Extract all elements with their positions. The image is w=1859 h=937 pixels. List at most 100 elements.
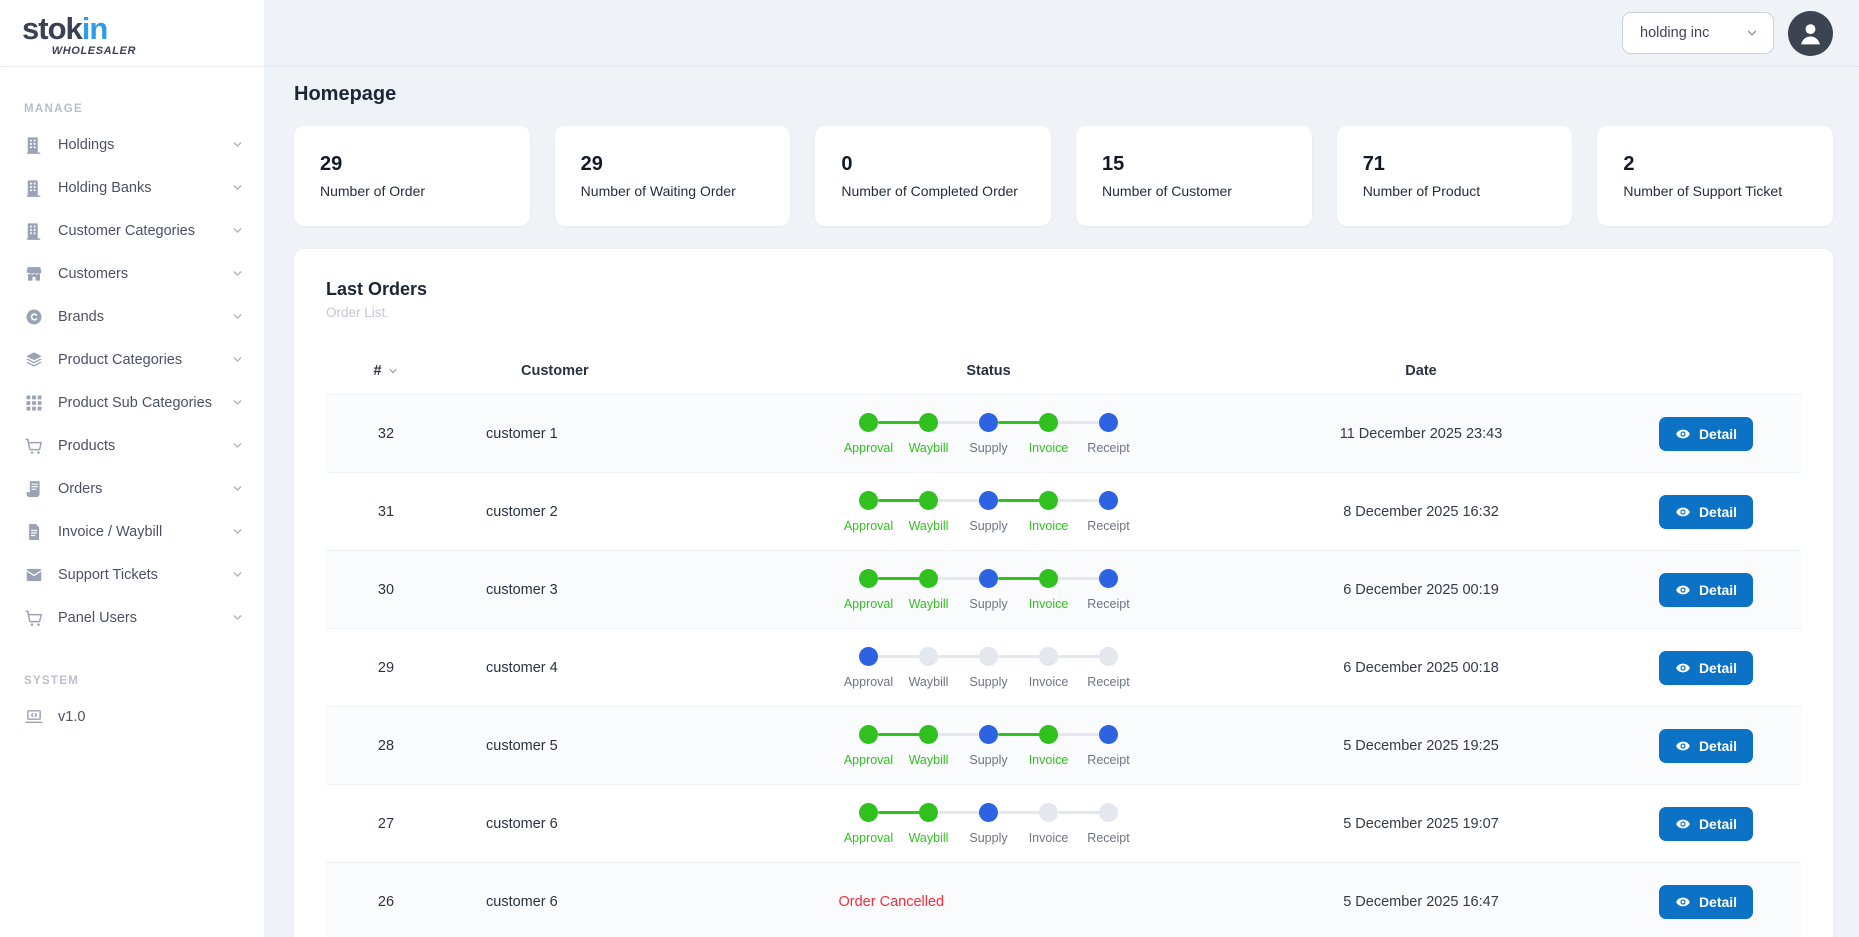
step-label: Receipt <box>1087 441 1129 455</box>
sidebar-item-label: Product Categories <box>58 352 182 368</box>
step-label: Waybill <box>909 519 949 533</box>
status-step-receipt: Receipt <box>1079 569 1139 611</box>
status-step-invoice: Invoice <box>1019 725 1079 767</box>
status-step-approval: Approval <box>839 725 899 767</box>
step-label: Approval <box>844 441 893 455</box>
sidebar-item-product-sub-categories[interactable]: Product Sub Categories <box>24 381 244 424</box>
step-dot <box>979 491 998 510</box>
date-cell: 6 December 2025 00:18 <box>1231 660 1611 676</box>
status-stepper: ApprovalWaybillSupplyInvoiceReceipt <box>839 725 1139 767</box>
action-cell: Detail <box>1611 885 1801 919</box>
stat-card: 15Number of Customer <box>1076 126 1312 226</box>
sidebar-item-panel-users[interactable]: Panel Users <box>24 596 244 639</box>
sidebar-item-orders[interactable]: Orders <box>24 467 244 510</box>
orders-panel-subtitle: Order List. <box>326 305 1801 320</box>
detail-button-label: Detail <box>1699 582 1737 598</box>
detail-button[interactable]: Detail <box>1659 729 1753 763</box>
chevron-down-icon <box>231 439 244 452</box>
detail-button[interactable]: Detail <box>1659 495 1753 529</box>
column-header-date: Date <box>1231 363 1611 379</box>
step-dot <box>1039 413 1058 432</box>
status-cell: ApprovalWaybillSupplyInvoiceReceipt <box>746 647 1231 689</box>
chevron-down-icon <box>1745 26 1759 40</box>
orders-table-header: #CustomerStatusDate <box>326 348 1801 394</box>
copyright-icon <box>24 307 44 327</box>
customer-cell: customer 6 <box>446 816 746 832</box>
step-dot <box>1099 647 1118 666</box>
status-step-waybill: Waybill <box>899 803 959 845</box>
status-step-invoice: Invoice <box>1019 413 1079 455</box>
brand-tagline: WHOLESALER <box>22 45 136 57</box>
step-label: Waybill <box>909 597 949 611</box>
sidebar-item-label: v1.0 <box>58 709 85 725</box>
sidebar-section-label: SYSTEM <box>24 675 244 687</box>
customer-cell: customer 6 <box>446 894 746 910</box>
status-step-receipt: Receipt <box>1079 491 1139 533</box>
chevron-down-icon <box>231 267 244 280</box>
step-dot <box>1099 569 1118 588</box>
chevron-down-icon[interactable] <box>387 365 399 377</box>
detail-button[interactable]: Detail <box>1659 807 1753 841</box>
eye-icon <box>1675 582 1691 598</box>
column-header-id: # <box>326 363 446 379</box>
sidebar-item-brands[interactable]: Brands <box>24 295 244 338</box>
topbar: holding inc <box>264 0 1859 67</box>
chevron-down-icon <box>231 396 244 409</box>
status-step-receipt: Receipt <box>1079 647 1139 689</box>
laptop-icon <box>24 707 44 727</box>
company-selector[interactable]: holding inc <box>1622 12 1774 54</box>
detail-button-label: Detail <box>1699 426 1737 442</box>
step-label: Supply <box>969 831 1007 845</box>
stat-value: 29 <box>581 153 765 176</box>
step-label: Waybill <box>909 753 949 767</box>
status-cell: ApprovalWaybillSupplyInvoiceReceipt <box>746 491 1231 533</box>
step-label: Waybill <box>909 675 949 689</box>
stat-card: 29Number of Order <box>294 126 530 226</box>
step-dot <box>919 491 938 510</box>
building-icon <box>24 221 44 241</box>
detail-button[interactable]: Detail <box>1659 885 1753 919</box>
sidebar-item-v1-0[interactable]: v1.0 <box>24 695 244 738</box>
detail-button[interactable]: Detail <box>1659 417 1753 451</box>
status-stepper: ApprovalWaybillSupplyInvoiceReceipt <box>839 491 1139 533</box>
sidebar-item-products[interactable]: Products <box>24 424 244 467</box>
detail-button[interactable]: Detail <box>1659 573 1753 607</box>
sidebar-item-holding-banks[interactable]: Holding Banks <box>24 166 244 209</box>
sidebar-item-support-tickets[interactable]: Support Tickets <box>24 553 244 596</box>
step-label: Receipt <box>1087 675 1129 689</box>
sidebar-item-product-categories[interactable]: Product Categories <box>24 338 244 381</box>
stat-label: Number of Support Ticket <box>1623 183 1807 199</box>
step-dot <box>919 569 938 588</box>
order-cancelled-status: Order Cancelled <box>839 894 1139 910</box>
sidebar-item-customers[interactable]: Customers <box>24 252 244 295</box>
action-cell: Detail <box>1611 417 1801 451</box>
avatar[interactable] <box>1788 11 1833 56</box>
step-label: Invoice <box>1029 519 1069 533</box>
status-step-supply: Supply <box>959 569 1019 611</box>
dashboard-page: { "brand": { "name_primary": "stok", "na… <box>0 0 1859 937</box>
step-dot <box>859 725 878 744</box>
step-label: Invoice <box>1029 831 1069 845</box>
inbox-icon <box>24 565 44 585</box>
status-cell: Order Cancelled <box>746 894 1231 910</box>
chevron-down-icon <box>231 224 244 237</box>
step-dot <box>919 803 938 822</box>
sidebar-item-invoice-waybill[interactable]: Invoice / Waybill <box>24 510 244 553</box>
stat-value: 2 <box>1623 153 1807 176</box>
chevron-down-icon <box>231 353 244 366</box>
column-header-id-label: # <box>373 363 381 379</box>
sidebar-item-label: Customers <box>58 266 128 282</box>
detail-button[interactable]: Detail <box>1659 651 1753 685</box>
sidebar-item-customer-categories[interactable]: Customer Categories <box>24 209 244 252</box>
step-dot <box>859 803 878 822</box>
status-step-receipt: Receipt <box>1079 413 1139 455</box>
order-id-cell: 32 <box>326 426 446 442</box>
customer-cell: customer 3 <box>446 582 746 598</box>
detail-button-label: Detail <box>1699 894 1737 910</box>
stat-value: 15 <box>1102 153 1286 176</box>
sidebar-item-holdings[interactable]: Holdings <box>24 123 244 166</box>
brand-logo[interactable]: stokin WHOLESALER <box>0 0 264 67</box>
stat-card: 71Number of Product <box>1337 126 1573 226</box>
step-label: Supply <box>969 753 1007 767</box>
step-dot <box>1099 803 1118 822</box>
